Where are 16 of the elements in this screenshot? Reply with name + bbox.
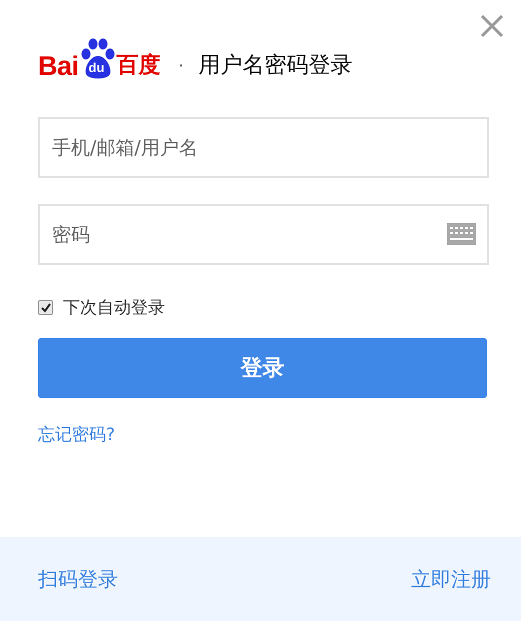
username-field[interactable]: 手机/邮箱/用户名: [38, 117, 489, 178]
paw-icon: [80, 38, 116, 80]
register-link[interactable]: 立即注册: [411, 566, 491, 592]
login-title: 用户名密码登录: [198, 52, 353, 80]
logo-text: 百度: [116, 52, 161, 80]
login-button[interactable]: 登录: [38, 338, 487, 398]
qr-login-link[interactable]: 扫码登录: [38, 566, 118, 592]
checkbox-label: 下次自动登录: [63, 297, 165, 319]
close-button[interactable]: [480, 14, 504, 38]
password-field[interactable]: 密码: [38, 204, 489, 265]
forgot-password-link[interactable]: 忘记密码?: [38, 423, 116, 446]
logo-text: Bai: [38, 52, 79, 80]
remember-checkbox[interactable]: [38, 300, 53, 315]
keyboard-icon[interactable]: [447, 223, 476, 245]
separator-dot: ·: [178, 55, 184, 77]
logo-text: du: [88, 61, 104, 75]
